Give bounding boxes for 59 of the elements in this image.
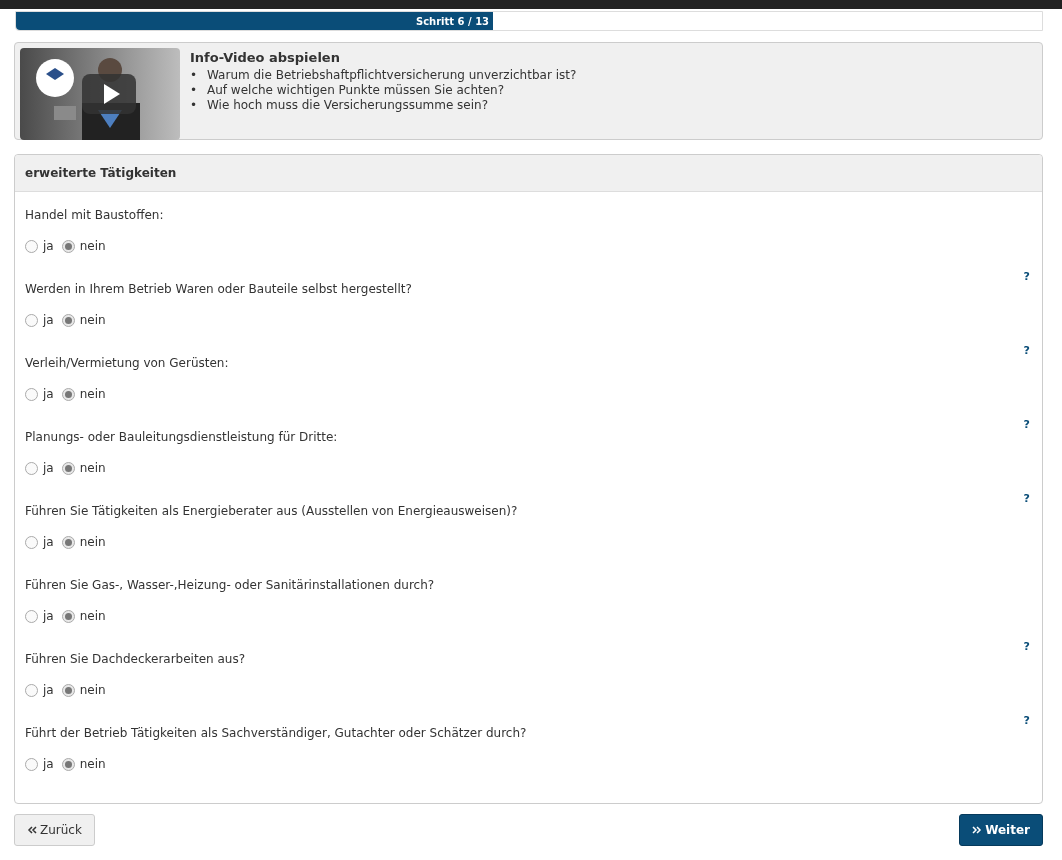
next-button[interactable]: Weiter [959, 814, 1043, 846]
option-label[interactable]: nein [79, 313, 106, 327]
question-label: Planungs- oder Bauleitungsdienstleistung für Dritte: [25, 430, 338, 444]
help-icon[interactable]: ? [1023, 344, 1030, 357]
option-label[interactable]: ja [43, 387, 54, 401]
option-label[interactable]: ja [43, 461, 54, 475]
bullet: • [190, 98, 199, 113]
double-chevron-right-icon [972, 825, 983, 835]
radio-button[interactable] [25, 387, 38, 401]
option-label[interactable]: ja [43, 757, 54, 771]
radio-button[interactable] [25, 757, 38, 771]
radio-button[interactable] [61, 313, 75, 327]
radio-button[interactable] [61, 683, 75, 697]
question-label: Werden in Ihrem Betrieb Waren oder Bauteile selbst hergestellt? [25, 282, 412, 296]
question-label: Handel mit Baustoffen: [25, 208, 164, 222]
help-icon[interactable]: ? [1023, 492, 1030, 505]
video-title[interactable]: Info-Video abspielen [190, 50, 577, 65]
radio-button[interactable] [61, 387, 75, 401]
double-chevron-left-icon [27, 825, 37, 835]
back-button[interactable]: Zurück [14, 814, 95, 846]
radio-button[interactable] [61, 461, 75, 475]
option-label[interactable]: nein [79, 239, 106, 253]
question-label: Führen Sie Tätigkeiten als Energieberater aus (Ausstellen von Energieausweisen)? [25, 504, 518, 518]
video-topic: Warum die Betriebshaftpflichtversicherung unverzichtbar ist? [207, 68, 577, 83]
option-label[interactable]: ja [43, 535, 54, 549]
option-label[interactable]: nein [79, 683, 106, 697]
question-label: Führt der Betrieb Tätigkeiten als Sachverständiger, Gutachter oder Schätzer durch? [25, 726, 527, 740]
radio-button[interactable] [61, 535, 75, 549]
option-label[interactable]: nein [79, 757, 106, 771]
step-label: Schritt 6 / 13 [415, 15, 491, 27]
question-label: Verleih/Vermietung von Gerüsten: [25, 356, 229, 370]
video-topic: Auf welche wichtigen Punkte müssen Sie achten? [207, 83, 505, 98]
radio-button[interactable] [25, 239, 38, 253]
radio-button[interactable] [61, 757, 75, 771]
help-icon[interactable]: ? [1023, 640, 1030, 653]
radio-button[interactable] [25, 609, 38, 623]
option-label[interactable]: nein [79, 535, 106, 549]
radio-button[interactable] [25, 313, 38, 327]
radio-button[interactable] [25, 683, 38, 697]
option-label[interactable]: ja [43, 683, 54, 697]
radio-button[interactable] [61, 239, 75, 253]
bullet: • [190, 68, 199, 83]
help-icon[interactable]: ? [1023, 270, 1030, 283]
question-label: Führen Sie Dachdeckerarbeiten aus? [25, 652, 246, 666]
bullet: • [190, 83, 199, 98]
help-icon[interactable]: ? [1023, 714, 1030, 727]
option-label[interactable]: ja [43, 239, 54, 253]
radio-button[interactable] [25, 461, 38, 475]
option-label[interactable]: nein [79, 387, 106, 401]
question-label: Führen Sie Gas-, Wasser-,Heizung- oder Sanitärinstallationen durch? [25, 578, 435, 592]
option-label[interactable]: ja [43, 313, 54, 327]
video-topic: Wie hoch muss die Versicherungssumme sein? [207, 98, 488, 113]
radio-button[interactable] [25, 535, 38, 549]
option-label[interactable]: nein [79, 461, 106, 475]
radio-button[interactable] [61, 609, 75, 623]
help-icon[interactable]: ? [1023, 418, 1030, 431]
option-label[interactable]: ja [43, 609, 54, 623]
option-label[interactable]: nein [79, 609, 106, 623]
section-title: erweiterte Tätigkeiten [25, 166, 177, 180]
